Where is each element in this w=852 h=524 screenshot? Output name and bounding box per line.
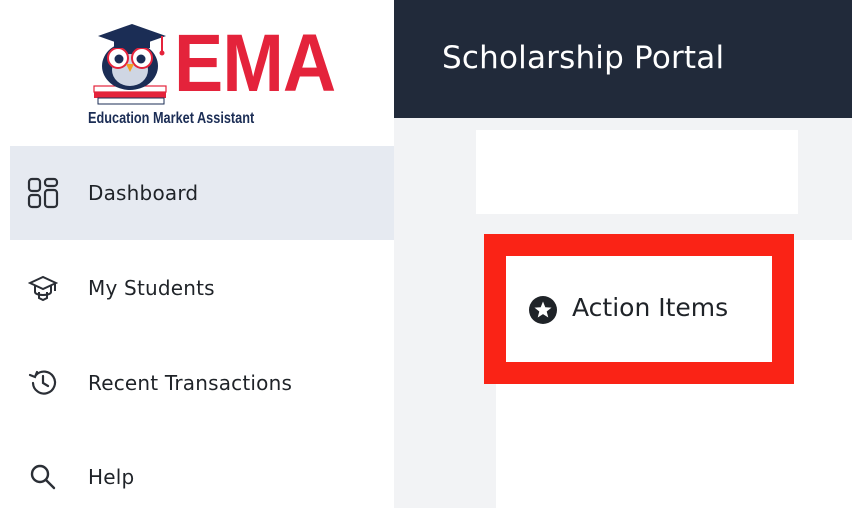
page-title: Scholarship Portal xyxy=(442,40,725,76)
sidebar-item-label: Dashboard xyxy=(88,181,199,205)
top-header: Scholarship Portal xyxy=(394,0,852,118)
sidebar-item-label: My Students xyxy=(88,276,215,300)
owl-graduate-logo-icon xyxy=(93,24,167,105)
sidebar-item-label: Help xyxy=(88,465,135,489)
sidebar-item-recent-transactions[interactable]: Recent Transactions xyxy=(10,336,394,430)
logo-brand-text: EMA xyxy=(174,18,336,109)
graduation-cap-icon xyxy=(26,271,60,305)
sidebar-item-help[interactable]: Help xyxy=(10,430,394,524)
main-content: Action Items xyxy=(394,118,852,508)
history-clock-icon xyxy=(26,366,60,400)
blank-card xyxy=(476,130,798,214)
star-circle-icon xyxy=(529,296,557,324)
sidebar-item-dashboard[interactable]: Dashboard xyxy=(10,146,394,240)
dashboard-grid-icon xyxy=(26,176,60,210)
action-items-button[interactable]: Action Items xyxy=(506,256,772,362)
logo-subtitle: Education Market Assistant xyxy=(88,110,255,127)
ema-logo[interactable]: EMA Education Market Assistant xyxy=(88,18,336,136)
highlight-box: Action Items xyxy=(484,234,794,384)
sidebar: EMA Education Market Assistant Dashboard… xyxy=(0,0,394,508)
sidebar-item-my-students[interactable]: My Students xyxy=(10,241,394,335)
sidebar-item-label: Recent Transactions xyxy=(88,371,293,395)
search-icon xyxy=(26,460,60,494)
action-items-label: Action Items xyxy=(572,293,729,322)
